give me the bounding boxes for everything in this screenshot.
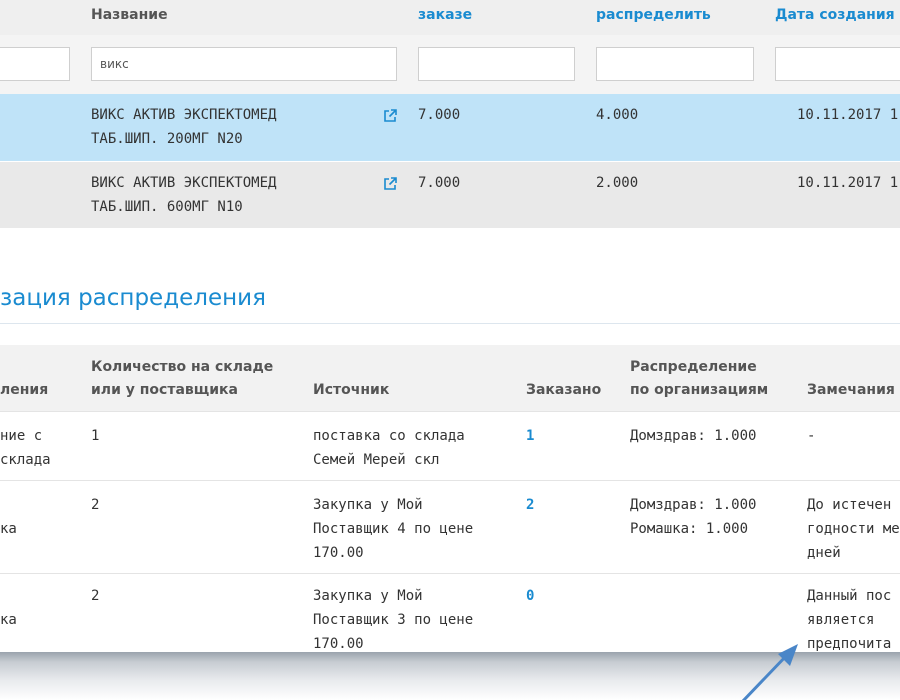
cell-qty: 2 (91, 588, 100, 604)
section-divider (0, 323, 900, 324)
row-ordered: 7.000 (418, 107, 461, 123)
row-created: 10.11.2017 1 (797, 107, 899, 123)
column-header-distribute[interactable]: распределить (596, 7, 711, 23)
cell-remark-line2: годности ме (807, 521, 900, 537)
row-distribute: 2.000 (596, 175, 639, 191)
cell-type-line2: ка (0, 612, 17, 628)
filter-input-distribute[interactable] (596, 47, 754, 81)
row-name-line1: ВИКС АКТИВ ЭКСПЕКТОМЕД (91, 175, 277, 191)
cell-remark-line1: До истечен (807, 497, 892, 513)
table-header-row: Название заказе распределить Дата создан… (0, 0, 900, 35)
filter-input-name[interactable] (91, 47, 397, 81)
section-title: зация распределения (0, 285, 266, 311)
distribution-table-header: ления Количество на складе или у поставщ… (0, 345, 900, 411)
cell-dist-line1: Домздрав: 1.000 (630, 428, 757, 444)
table-row-selected[interactable]: ВИКС АКТИВ ЭКСПЕКТОМЕД ТАБ.ШИП. 200МГ N2… (0, 94, 900, 161)
cell-source-line2: Поставщик 3 по цене (313, 612, 474, 628)
filter-input-ordered[interactable] (418, 47, 575, 81)
table-row[interactable]: ВИКС АКТИВ ЭКСПЕКТОМЕД ТАБ.ШИП. 600МГ N1… (0, 161, 900, 228)
filter-input-created[interactable] (775, 47, 900, 81)
row-distribute: 4.000 (596, 107, 639, 123)
cell-type-line2: ка (0, 521, 17, 537)
external-link-icon[interactable] (383, 109, 397, 123)
cell-source-line1: Закупка у Мой (313, 497, 423, 513)
column-header-ordered: Заказано (526, 382, 602, 398)
column-header-qty-line2: или у поставщика (91, 382, 238, 398)
cell-type-line1: ние с (0, 428, 43, 444)
filter-row (0, 35, 900, 94)
column-header-dist-line1: Распределение (630, 359, 757, 375)
column-header-created[interactable]: Дата создания (775, 7, 895, 23)
row-name-line2: ТАБ.ШИП. 200МГ N20 (91, 131, 243, 147)
column-header-qty-line1: Количество на складе (91, 359, 274, 375)
row-name-line1: ВИКС АКТИВ ЭКСПЕКТОМЕД (91, 107, 277, 123)
row-ordered: 7.000 (418, 175, 461, 191)
cell-dist-line2: Ромашка: 1.000 (630, 521, 749, 537)
cell-remark-line1: - (807, 428, 816, 444)
column-header-source: Источник (313, 382, 390, 398)
column-header-name[interactable]: Название (91, 7, 168, 23)
cell-source-line2: Поставщик 4 по цене (313, 521, 474, 537)
external-link-icon[interactable] (383, 177, 397, 191)
cell-ordered-link[interactable]: 0 (526, 584, 534, 608)
distribution-row: ка 2 Закупка у Мой Поставщик 4 по цене 1… (0, 480, 900, 573)
cell-qty: 2 (91, 497, 100, 513)
column-header-distribution-type: ления (0, 382, 49, 398)
cell-qty: 1 (91, 428, 100, 444)
column-header-remarks: Замечания (807, 382, 895, 398)
row-created: 10.11.2017 1 (797, 175, 899, 191)
cell-ordered-link[interactable]: 1 (526, 424, 534, 448)
cell-remark-line2: является (807, 612, 875, 628)
cell-ordered-link[interactable]: 2 (526, 493, 534, 517)
column-header-ordered[interactable]: заказе (418, 7, 472, 23)
row-name-line2: ТАБ.ШИП. 600МГ N10 (91, 199, 243, 215)
column-header-dist-line2: по организациям (630, 382, 769, 398)
cell-dist-line1: Домздрав: 1.000 (630, 497, 757, 513)
filter-input-id[interactable] (0, 47, 70, 81)
cell-source-line1: поставка со склада (313, 428, 465, 444)
cell-type-line2: склада (0, 452, 51, 468)
cell-source-line3: 170.00 (313, 545, 364, 561)
cell-source-line2: Семей Мерей скл (313, 452, 440, 468)
distribution-row: ние с склада 1 поставка со склада Семей … (0, 411, 900, 480)
cell-remark-line1: Данный пос (807, 588, 892, 604)
cell-remark-line3: дней (807, 545, 841, 561)
cell-source-line1: Закупка у Мой (313, 588, 423, 604)
arrow-icon (741, 644, 798, 700)
